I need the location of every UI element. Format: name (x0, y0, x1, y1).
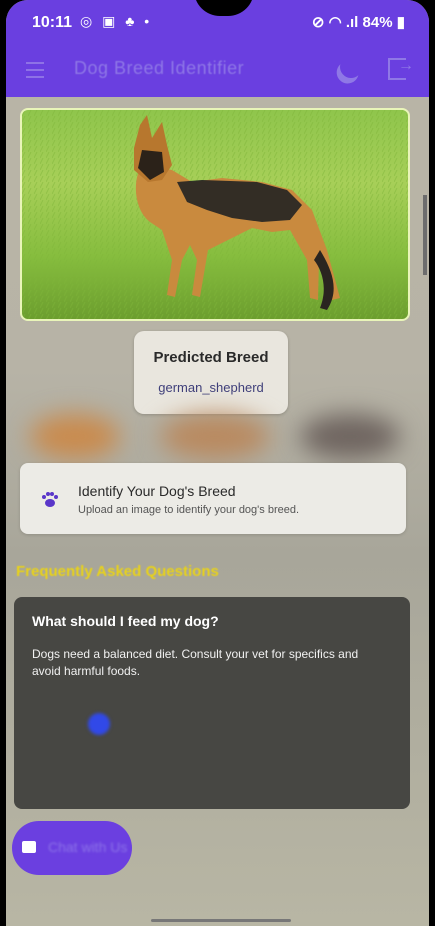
faq-heading: Frequently Asked Questions (16, 563, 219, 580)
signal-icons: ⊘ ◠ .ıl (311, 14, 359, 31)
faq-card[interactable]: What should I feed my dog? Dogs need a b… (14, 597, 410, 809)
touch-indicator (88, 713, 110, 735)
german-shepherd-image (22, 110, 408, 319)
logout-icon[interactable] (388, 57, 414, 80)
notification-icons: ◎ ▣ ♣ • (80, 13, 153, 29)
predicted-breed-card: Predicted Breed german_shepherd (134, 331, 288, 414)
faq-question: What should I feed my dog? (32, 613, 219, 629)
chat-with-us-button[interactable]: Chat with Us (12, 821, 132, 875)
home-indicator[interactable] (151, 919, 291, 922)
phone-frame: 10:11 ◎ ▣ ♣ • ⊘ ◠ .ıl 84% ▮ Dog Breed Id… (0, 0, 435, 926)
battery-percent: 84% (362, 14, 393, 31)
camera-notch (194, 0, 254, 16)
thumbnail-blur-1 (30, 414, 120, 459)
battery-icon: ▮ (396, 14, 405, 31)
thumbnail-blur-3 (300, 414, 400, 459)
faq-answer: Dogs need a balanced diet. Consult your … (32, 647, 359, 678)
thumbnail-blur-2 (160, 414, 270, 459)
app-screen: 10:11 ◎ ▣ ♣ • ⊘ ◠ .ıl 84% ▮ Dog Breed Id… (6, 0, 429, 926)
status-right-group: ⊘ ◠ .ıl 84% ▮ (312, 13, 405, 31)
breed-thumbnails-blurred (20, 414, 410, 464)
chat-icon (22, 841, 36, 853)
paw-icon (42, 492, 58, 507)
predicted-breed-title: Predicted Breed (153, 349, 269, 366)
app-bar: Dog Breed Identifier (6, 42, 429, 97)
identify-breed-title: Identify Your Dog's Breed (78, 483, 236, 499)
identify-breed-card[interactable]: Identify Your Dog's Breed Upload an imag… (20, 463, 406, 534)
identify-breed-subtitle: Upload an image to identify your dog's b… (78, 504, 300, 516)
chat-button-label: Chat with Us (48, 839, 128, 855)
dark-mode-moon-icon[interactable] (337, 53, 365, 81)
status-time: 10:11 (32, 14, 73, 31)
menu-icon[interactable] (26, 62, 44, 78)
side-button (423, 195, 427, 275)
dog-photo (20, 108, 410, 321)
app-title: Dog Breed Identifier (74, 58, 245, 78)
predicted-breed-value: german_shepherd (158, 380, 264, 395)
status-bar: 10:11 ◎ ▣ ♣ • ⊘ ◠ .ıl 84% ▮ (6, 0, 429, 42)
